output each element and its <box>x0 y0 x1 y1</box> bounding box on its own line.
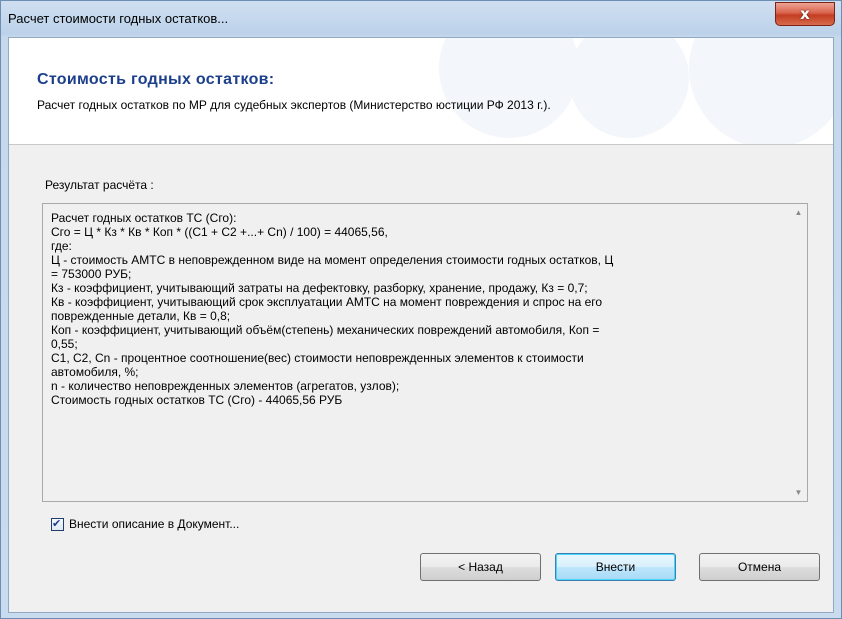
dialog-window: Расчет стоимости годных остатков... x Ст… <box>0 0 842 619</box>
window-title: Расчет стоимости годных остатков... <box>8 11 229 26</box>
result-text[interactable]: Расчет годных остатков ТС (Сго): Сго = Ц… <box>51 211 771 407</box>
wizard-header: Стоимость годных остатков: Расчет годных… <box>9 38 833 145</box>
close-icon: x <box>800 5 810 23</box>
scroll-down-icon[interactable]: ▼ <box>790 484 807 501</box>
page-subtitle: Расчет годных остатков по МР для судебны… <box>37 98 551 112</box>
result-textarea[interactable]: Расчет годных остатков ТС (Сго): Сго = Ц… <box>42 203 808 502</box>
title-bar[interactable]: Расчет стоимости годных остатков... x <box>1 1 841 37</box>
back-button[interactable]: < Назад <box>420 553 541 581</box>
page-title: Стоимость годных остатков: <box>37 71 275 88</box>
header-decoration <box>689 38 833 144</box>
vertical-scrollbar[interactable]: ▲ ▼ <box>790 204 807 501</box>
dialog-body: Стоимость годных остатков: Расчет годных… <box>8 37 834 613</box>
result-label: Результат расчёта : <box>45 178 154 192</box>
header-decoration <box>439 38 579 138</box>
header-decoration <box>569 38 689 138</box>
add-description-option[interactable]: ✔ Внести описание в Документ... <box>51 516 239 532</box>
scroll-up-icon[interactable]: ▲ <box>790 204 807 221</box>
checkmark-icon: ✔ <box>52 516 62 530</box>
apply-button[interactable]: Внести <box>555 553 676 581</box>
close-button[interactable]: x <box>775 2 835 26</box>
add-description-checkbox[interactable]: ✔ <box>51 516 64 531</box>
add-description-label[interactable]: Внести описание в Документ... <box>69 517 239 531</box>
cancel-button[interactable]: Отмена <box>699 553 820 581</box>
